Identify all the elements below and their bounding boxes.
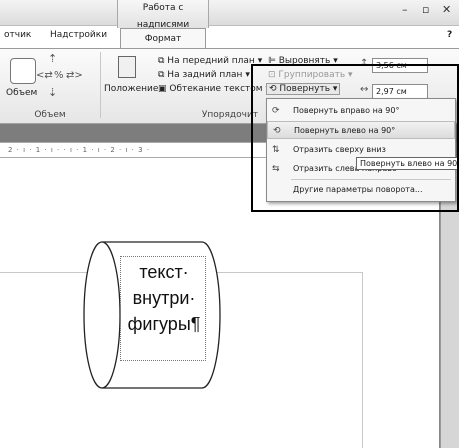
restore-button[interactable]: ▫ bbox=[422, 3, 429, 16]
shape-text-line-3: фигуры¶ bbox=[127, 314, 201, 334]
bring-front-icon: ⧉ bbox=[158, 56, 168, 66]
tilt-right-icon[interactable]: ⇄> bbox=[66, 70, 83, 81]
context-tab-group-title: Работа с надписями bbox=[117, 0, 209, 30]
shape-text-line-1: текст· bbox=[139, 262, 189, 282]
send-to-back-button[interactable]: ⧉ На задний план ▾ bbox=[158, 70, 250, 80]
send-back-icon: ⧉ bbox=[158, 70, 168, 80]
title-bar bbox=[0, 0, 459, 26]
position-icon[interactable] bbox=[118, 56, 136, 78]
help-icon[interactable]: ? bbox=[447, 30, 452, 40]
highlight-frame bbox=[251, 64, 459, 212]
group-separator bbox=[100, 52, 101, 118]
wrap-text-icon: ▣ bbox=[158, 84, 170, 94]
minimize-button[interactable]: – bbox=[402, 3, 408, 16]
volume-button-label[interactable]: Объем bbox=[6, 88, 37, 98]
tilt-down-icon[interactable]: ⇣ bbox=[48, 86, 57, 99]
volume-icon[interactable] bbox=[10, 58, 36, 84]
tab-developer[interactable]: отчик bbox=[4, 30, 31, 40]
volume-group-label: Объем bbox=[34, 110, 66, 120]
page-margin-guide-right bbox=[362, 272, 363, 448]
bring-to-front-button[interactable]: ⧉ На передний план ▾ bbox=[158, 56, 262, 66]
volume-toggle-icon[interactable]: % bbox=[54, 70, 64, 81]
close-button[interactable]: ✕ bbox=[442, 3, 451, 16]
tab-format[interactable]: Формат bbox=[120, 28, 206, 49]
tab-addins[interactable]: Надстройки bbox=[50, 30, 107, 40]
shape-text-line-2: внутри· bbox=[132, 288, 196, 308]
tilt-left-icon[interactable]: <⇄ bbox=[36, 70, 53, 81]
position-button[interactable]: Положение bbox=[104, 84, 158, 94]
tilt-up-icon[interactable]: ⇡ bbox=[48, 52, 57, 65]
